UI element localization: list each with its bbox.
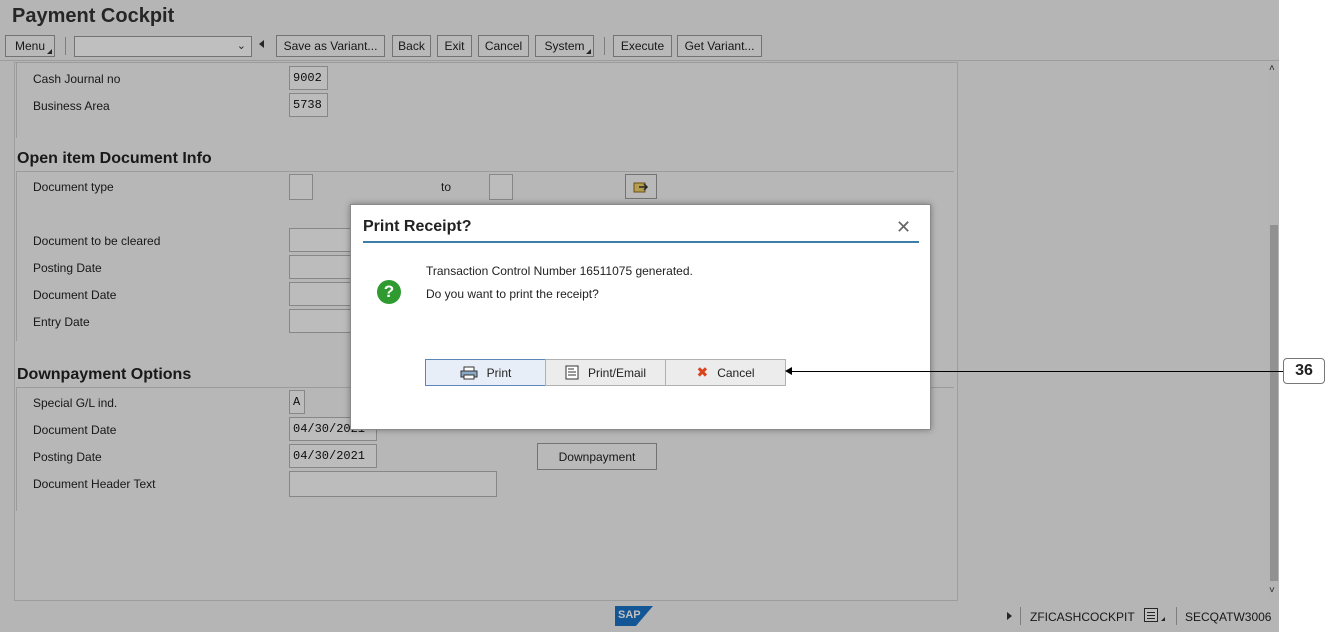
dialog-message-line2: Do you want to print the receipt? [426, 287, 599, 301]
print-email-button[interactable]: Print/Email [545, 359, 666, 386]
dialog-title-underline [363, 241, 919, 243]
printer-icon [460, 366, 478, 379]
cancel-x-icon: ✖ [696, 364, 709, 380]
question-icon: ? [377, 280, 401, 304]
close-icon[interactable]: ✕ [896, 217, 911, 238]
cancel-button-label: Cancel [717, 365, 755, 380]
callout-line [787, 371, 1283, 372]
margin-area [1279, 0, 1332, 632]
print-button[interactable]: Print [425, 359, 546, 386]
dialog-title: Print Receipt? [363, 218, 472, 235]
print-button-label: Print [486, 365, 512, 380]
step-number-badge: 36 [1283, 358, 1325, 384]
print-email-button-label: Print/Email [587, 365, 646, 380]
print-receipt-dialog: Print Receipt? ✕ ? Transaction Control N… [350, 204, 931, 430]
print-email-icon [565, 365, 579, 380]
cancel-button[interactable]: ✖ Cancel [665, 359, 786, 386]
dialog-message-line1: Transaction Control Number 16511075 gene… [426, 264, 693, 278]
